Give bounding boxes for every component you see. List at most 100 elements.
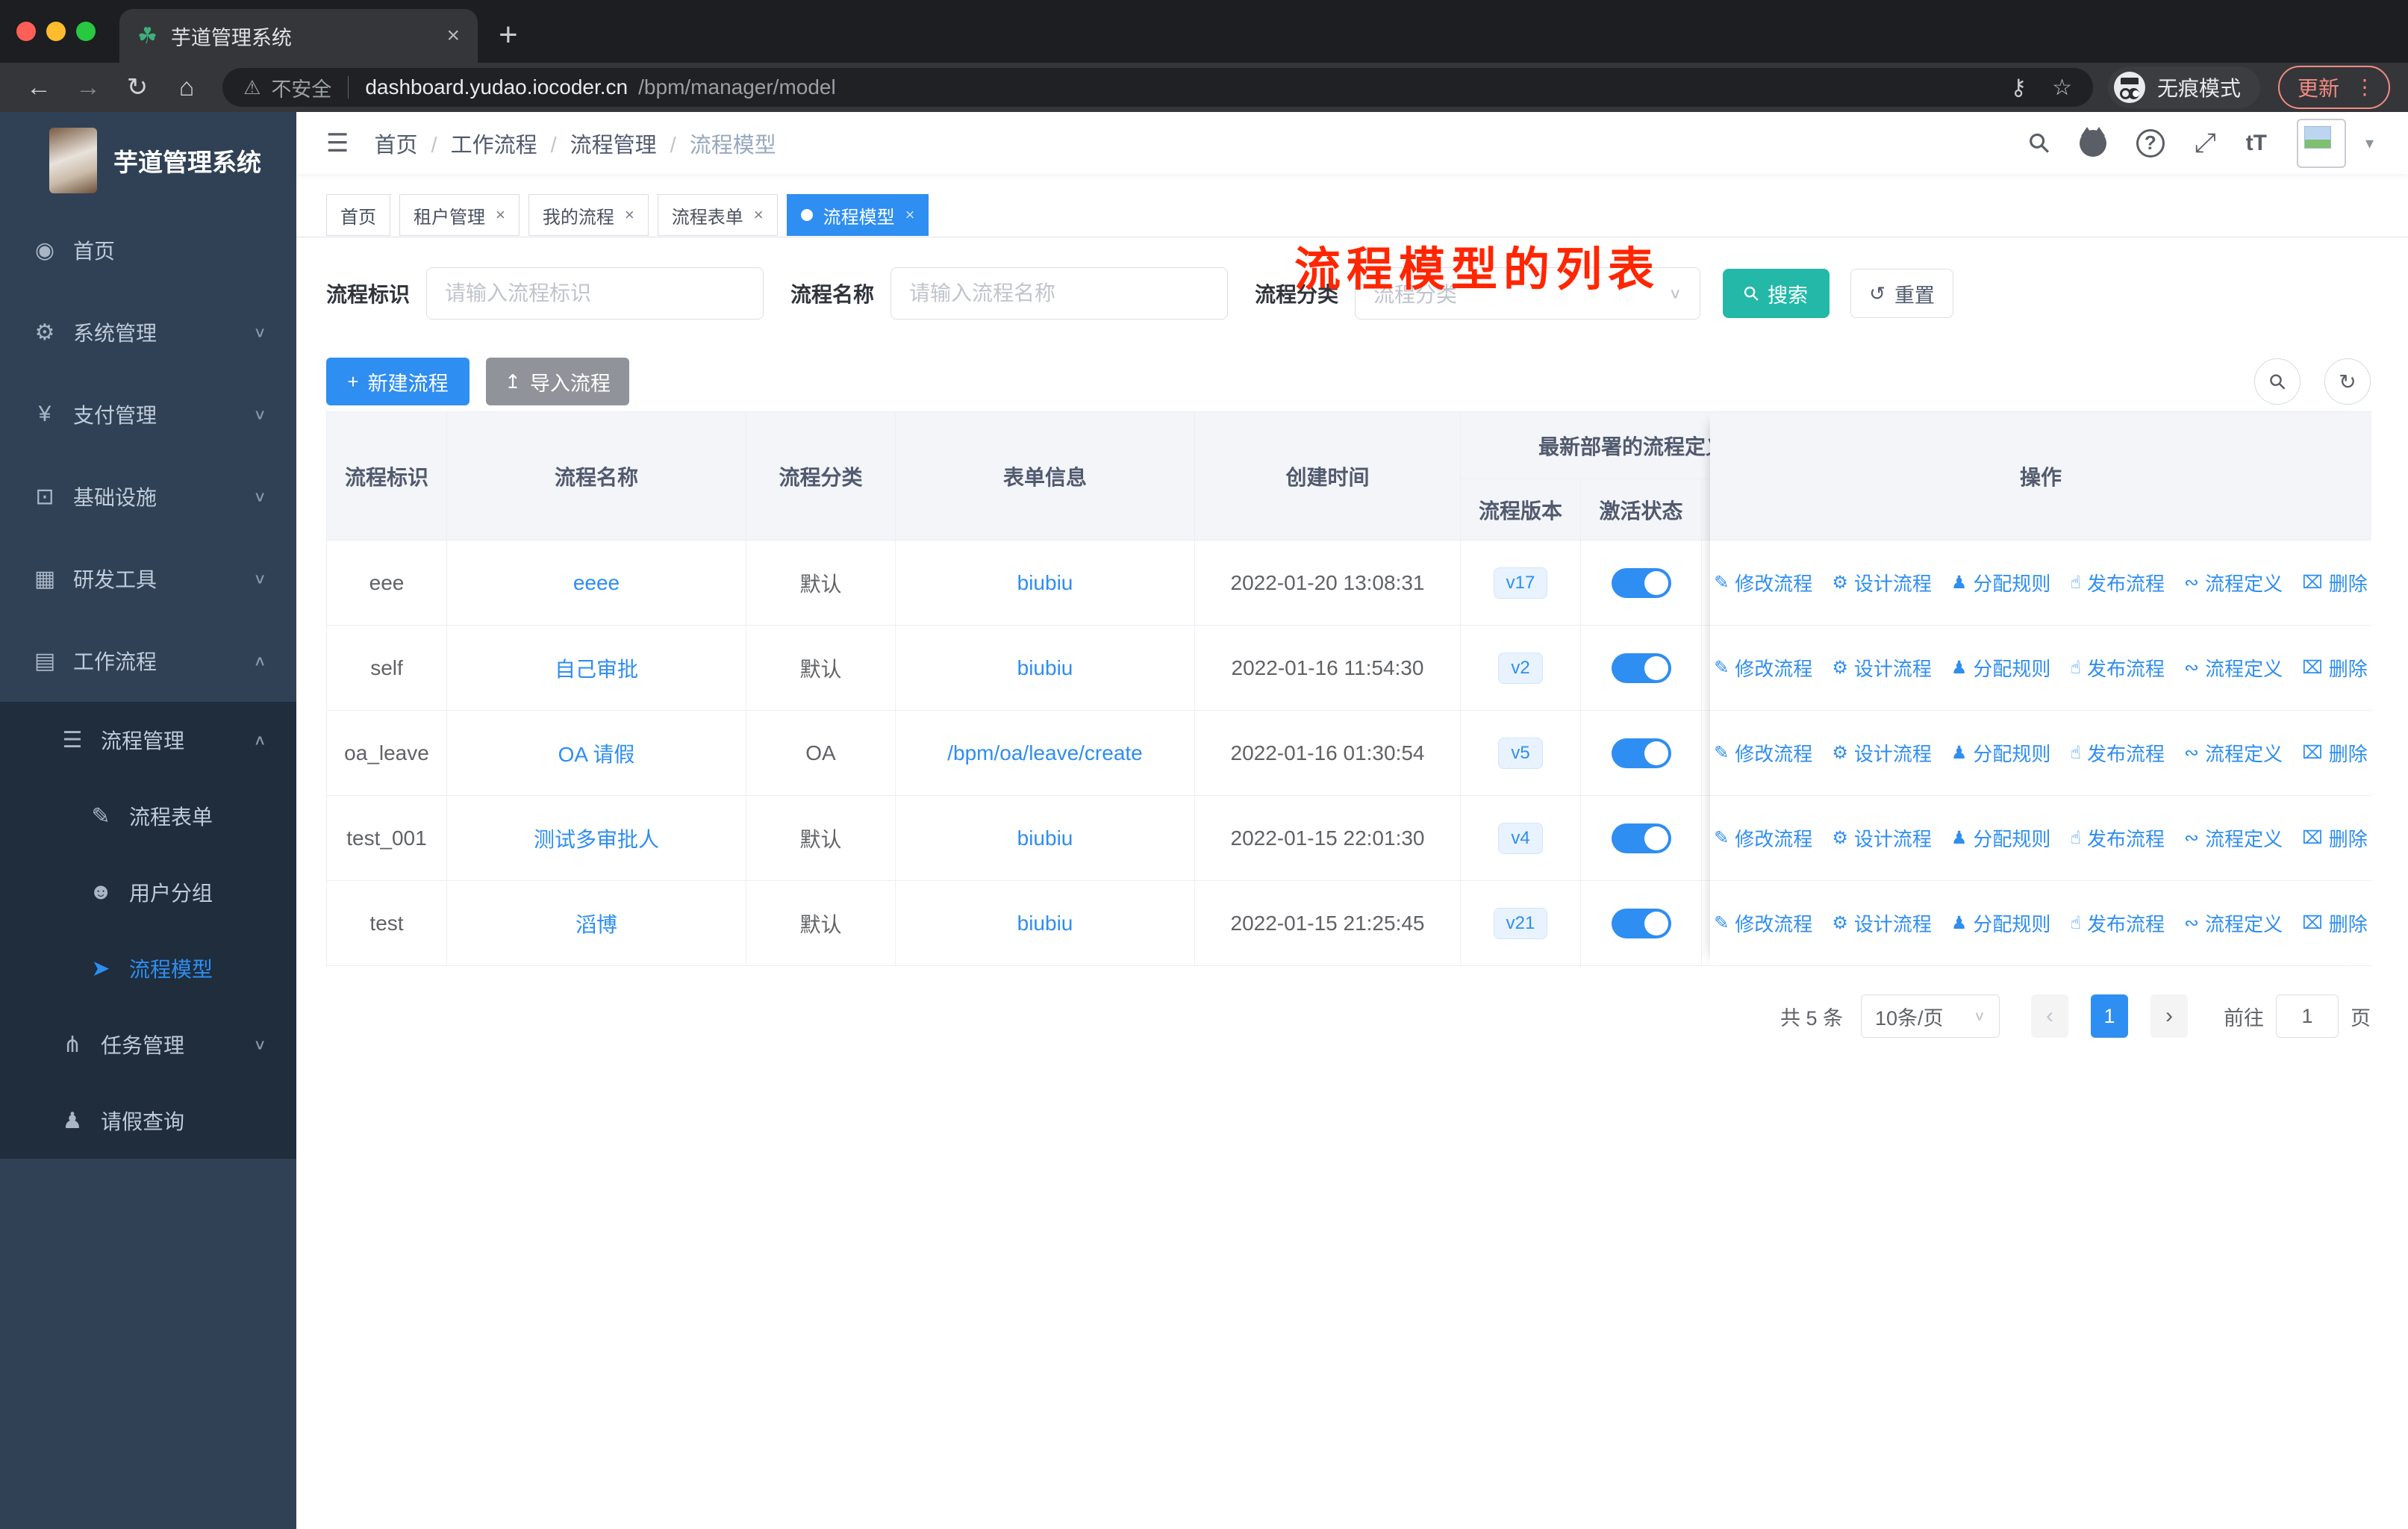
close-icon[interactable] (625, 205, 634, 225)
version-badge[interactable]: v2 (1498, 652, 1543, 684)
view-tab[interactable]: 租户管理 (399, 194, 520, 236)
action-link[interactable]: ☝ 发布流程 (2070, 654, 2165, 682)
action-link[interactable]: ♟ 分配规则 (1951, 569, 2051, 597)
action-link[interactable]: ☝ 发布流程 (2070, 739, 2165, 767)
action-link[interactable]: ⌧ 删除 (2302, 739, 2368, 767)
action-link[interactable]: ∾ 流程定义 (2184, 824, 2283, 852)
view-tab[interactable]: 我的流程 (528, 194, 649, 236)
process-id-input[interactable] (426, 267, 764, 320)
sidebar-item[interactable]: ¥ 支付管理 ∨ (0, 373, 296, 455)
sidebar-item[interactable]: ➤ 流程模型 (0, 930, 296, 1006)
sidebar-item[interactable]: ▤ 工作流程 ∧ (0, 620, 296, 702)
traffic-zoom-button[interactable] (76, 22, 96, 41)
browser-tab[interactable]: ☘ 芋道管理系统 × (119, 9, 478, 63)
cell-form-link[interactable]: biubiu (896, 626, 1195, 711)
sidebar-item[interactable]: ☻ 用户分组 (0, 854, 296, 930)
user-avatar[interactable] (2296, 118, 2346, 168)
action-link[interactable]: ⚙ 设计流程 (1832, 654, 1932, 682)
github-icon[interactable] (2079, 126, 2106, 157)
sidebar-item[interactable]: ♟ 请假查询 (0, 1083, 296, 1159)
action-link[interactable]: ♟ 分配规则 (1951, 909, 2051, 937)
breadcrumb-item[interactable]: 流程管理 (537, 128, 657, 159)
action-link[interactable]: ⌧ 删除 (2302, 569, 2368, 597)
reset-button[interactable]: ↺ 重置 (1850, 269, 1954, 318)
sidebar-item[interactable]: ⚙ 系统管理 ∨ (0, 291, 296, 373)
search-button[interactable]: ⚲ 搜索 (1723, 269, 1830, 318)
action-link[interactable]: ⌧ 删除 (2302, 654, 2368, 682)
bookmark-star-icon[interactable]: ☆ (2052, 75, 2072, 101)
sidebar-item[interactable]: ◉ 首页 (0, 209, 296, 291)
action-link[interactable]: ✎ 修改流程 (1714, 909, 1812, 937)
refresh-button[interactable]: ↻ (2324, 358, 2371, 405)
action-link[interactable]: ⌧ 删除 (2302, 909, 2368, 937)
version-badge[interactable]: v5 (1498, 737, 1543, 769)
active-toggle[interactable] (1611, 738, 1671, 768)
caret-down-icon[interactable]: ▾ (2365, 134, 2374, 153)
action-link[interactable]: ♟ 分配规则 (1951, 824, 2051, 852)
search-icon[interactable]: ⚲ (2021, 125, 2057, 161)
action-link[interactable]: ⚙ 设计流程 (1832, 824, 1932, 852)
new-tab-button[interactable]: + (499, 16, 518, 54)
next-page-button[interactable]: › (2150, 994, 2188, 1038)
action-link[interactable]: ✎ 修改流程 (1714, 824, 1812, 852)
breadcrumb-item[interactable]: 首页 (374, 128, 417, 159)
action-link[interactable]: ∾ 流程定义 (2184, 909, 2283, 937)
view-tab[interactable]: 首页 (326, 194, 390, 236)
view-tab[interactable]: 流程表单 (657, 194, 778, 236)
reload-icon[interactable]: ↻ (116, 72, 158, 102)
create-process-button[interactable]: + 新建流程 (326, 358, 470, 405)
import-process-button[interactable]: ↥ 导入流程 (486, 358, 629, 405)
active-toggle[interactable] (1611, 823, 1671, 853)
menu-dots-icon[interactable]: ⋮ (2354, 77, 2375, 98)
sidebar-item[interactable]: ✎ 流程表单 (0, 778, 296, 854)
toggle-search-button[interactable]: ⚲ (2254, 358, 2301, 405)
sidebar-item[interactable]: ⊡ 基础设施 ∨ (0, 455, 296, 538)
sidebar-fold-icon[interactable]: ☰ (326, 128, 349, 158)
prev-page-button[interactable]: ‹ (2031, 994, 2068, 1038)
action-link[interactable]: ∾ 流程定义 (2184, 569, 2283, 597)
close-icon[interactable] (754, 205, 764, 225)
goto-page-input[interactable] (2276, 994, 2339, 1038)
action-link[interactable]: ✎ 修改流程 (1714, 654, 1812, 682)
cell-form-link[interactable]: biubiu (896, 881, 1195, 966)
traffic-close-button[interactable] (16, 22, 36, 41)
view-tab[interactable]: 流程模型 (786, 194, 929, 236)
cell-process-name-link[interactable]: 测试多审批人 (447, 796, 746, 881)
address-bar[interactable]: ⚠ 不安全 dashboard.yudao.iocoder.cn /bpm/ma… (222, 68, 2093, 107)
page-size-select[interactable]: 10条/页 ∨ (1861, 994, 2000, 1038)
cell-process-name-link[interactable]: 滔博 (447, 881, 746, 966)
active-toggle[interactable] (1611, 567, 1671, 598)
cell-process-name-link[interactable]: 自己审批 (447, 626, 746, 711)
fullscreen-icon[interactable]: ⤢ (2195, 127, 2216, 159)
tab-close-icon[interactable]: × (446, 23, 460, 49)
version-badge[interactable]: v17 (1493, 567, 1548, 599)
update-button[interactable]: 更新 ⋮ (2277, 66, 2390, 109)
cell-form-link[interactable]: /bpm/oa/leave/create (896, 711, 1195, 796)
cell-process-name-link[interactable]: eeee (447, 541, 746, 626)
action-link[interactable]: ♟ 分配规则 (1951, 739, 2051, 767)
home-icon[interactable]: ⌂ (166, 73, 208, 102)
font-size-icon[interactable]: tT (2246, 131, 2267, 156)
action-link[interactable]: ☝ 发布流程 (2070, 909, 2165, 937)
sidebar-item[interactable]: ☰ 流程管理 ∧ (0, 702, 296, 778)
action-link[interactable]: ∾ 流程定义 (2184, 654, 2283, 682)
action-link[interactable]: ∾ 流程定义 (2184, 739, 2283, 767)
action-link[interactable]: ⚙ 设计流程 (1832, 569, 1932, 597)
cell-process-name-link[interactable]: OA 请假 (447, 711, 746, 796)
breadcrumb-item[interactable]: 工作流程 (418, 128, 537, 159)
process-name-input[interactable] (890, 267, 1229, 320)
action-link[interactable]: ☝ 发布流程 (2070, 824, 2165, 852)
version-badge[interactable]: v4 (1498, 822, 1543, 854)
password-key-icon[interactable]: ⚷ (2010, 75, 2027, 101)
current-page-button[interactable]: 1 (2091, 994, 2128, 1038)
close-icon[interactable] (905, 205, 915, 225)
active-toggle[interactable] (1611, 908, 1671, 938)
action-link[interactable]: ⌧ 删除 (2302, 824, 2368, 852)
close-icon[interactable] (496, 205, 505, 225)
help-icon[interactable]: ? (2136, 128, 2165, 158)
action-link[interactable]: ⚙ 设计流程 (1832, 909, 1932, 937)
traffic-minimize-button[interactable] (46, 22, 66, 41)
action-link[interactable]: ⚙ 设计流程 (1832, 739, 1932, 767)
forward-icon[interactable]: → (67, 73, 109, 102)
cell-form-link[interactable]: biubiu (896, 796, 1195, 881)
